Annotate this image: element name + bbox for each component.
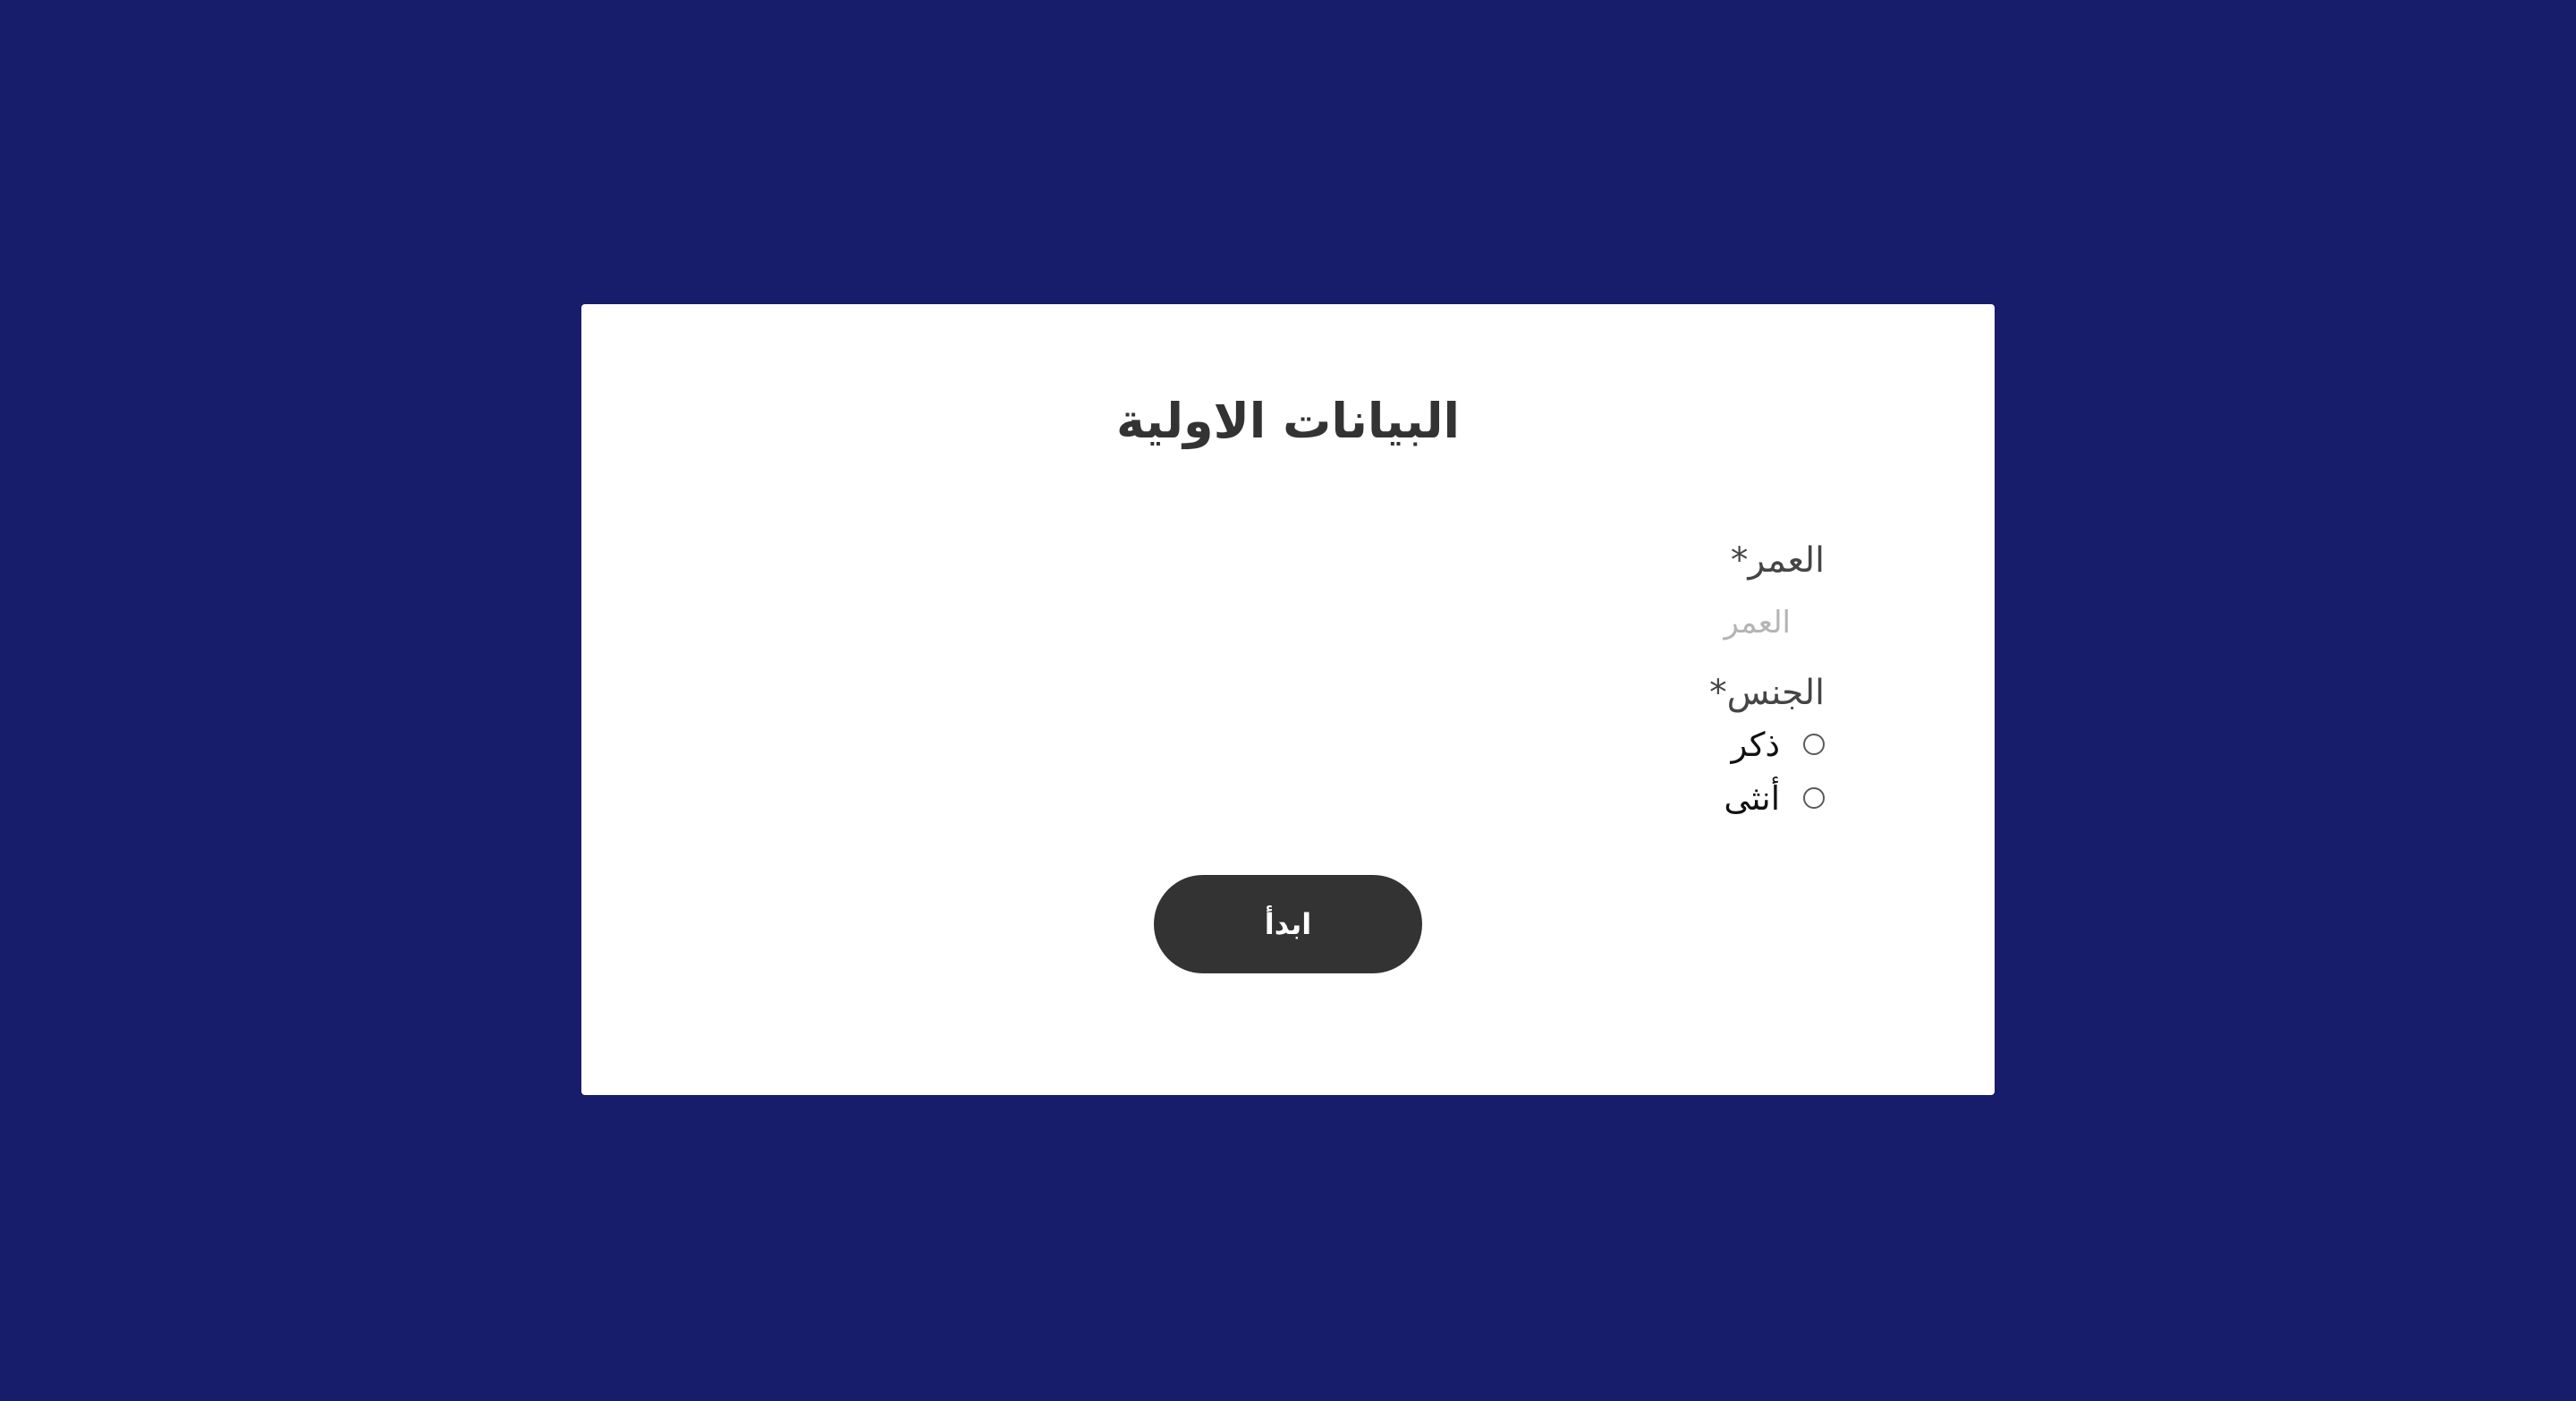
age-input[interactable]	[1415, 598, 1791, 648]
gender-label-text: الجنس	[1726, 672, 1825, 713]
male-option-label[interactable]: ذكر	[1731, 726, 1780, 764]
age-label: العمر *	[1324, 535, 1825, 585]
gender-label: الجنس *	[1324, 667, 1825, 717]
female-radio-button[interactable]	[1803, 787, 1825, 809]
page-title: البيانات الاولية	[1115, 393, 1461, 449]
initial-data-form: العمر * الجنس * ذكر أنثى	[1324, 535, 1825, 825]
age-required-mark: *	[1730, 539, 1749, 581]
age-label-text: العمر	[1748, 539, 1825, 581]
gender-option-male[interactable]: ذكر	[1324, 717, 1825, 771]
gender-required-mark: *	[1709, 672, 1727, 713]
female-option-label[interactable]: أنثى	[1724, 779, 1780, 818]
start-button[interactable]: ابدأ	[1154, 875, 1422, 973]
initial-data-card: البيانات الاولية العمر * الجنس * ذكر أنث…	[581, 304, 1995, 1095]
gender-option-female[interactable]: أنثى	[1324, 771, 1825, 825]
male-radio-button[interactable]	[1803, 734, 1825, 755]
